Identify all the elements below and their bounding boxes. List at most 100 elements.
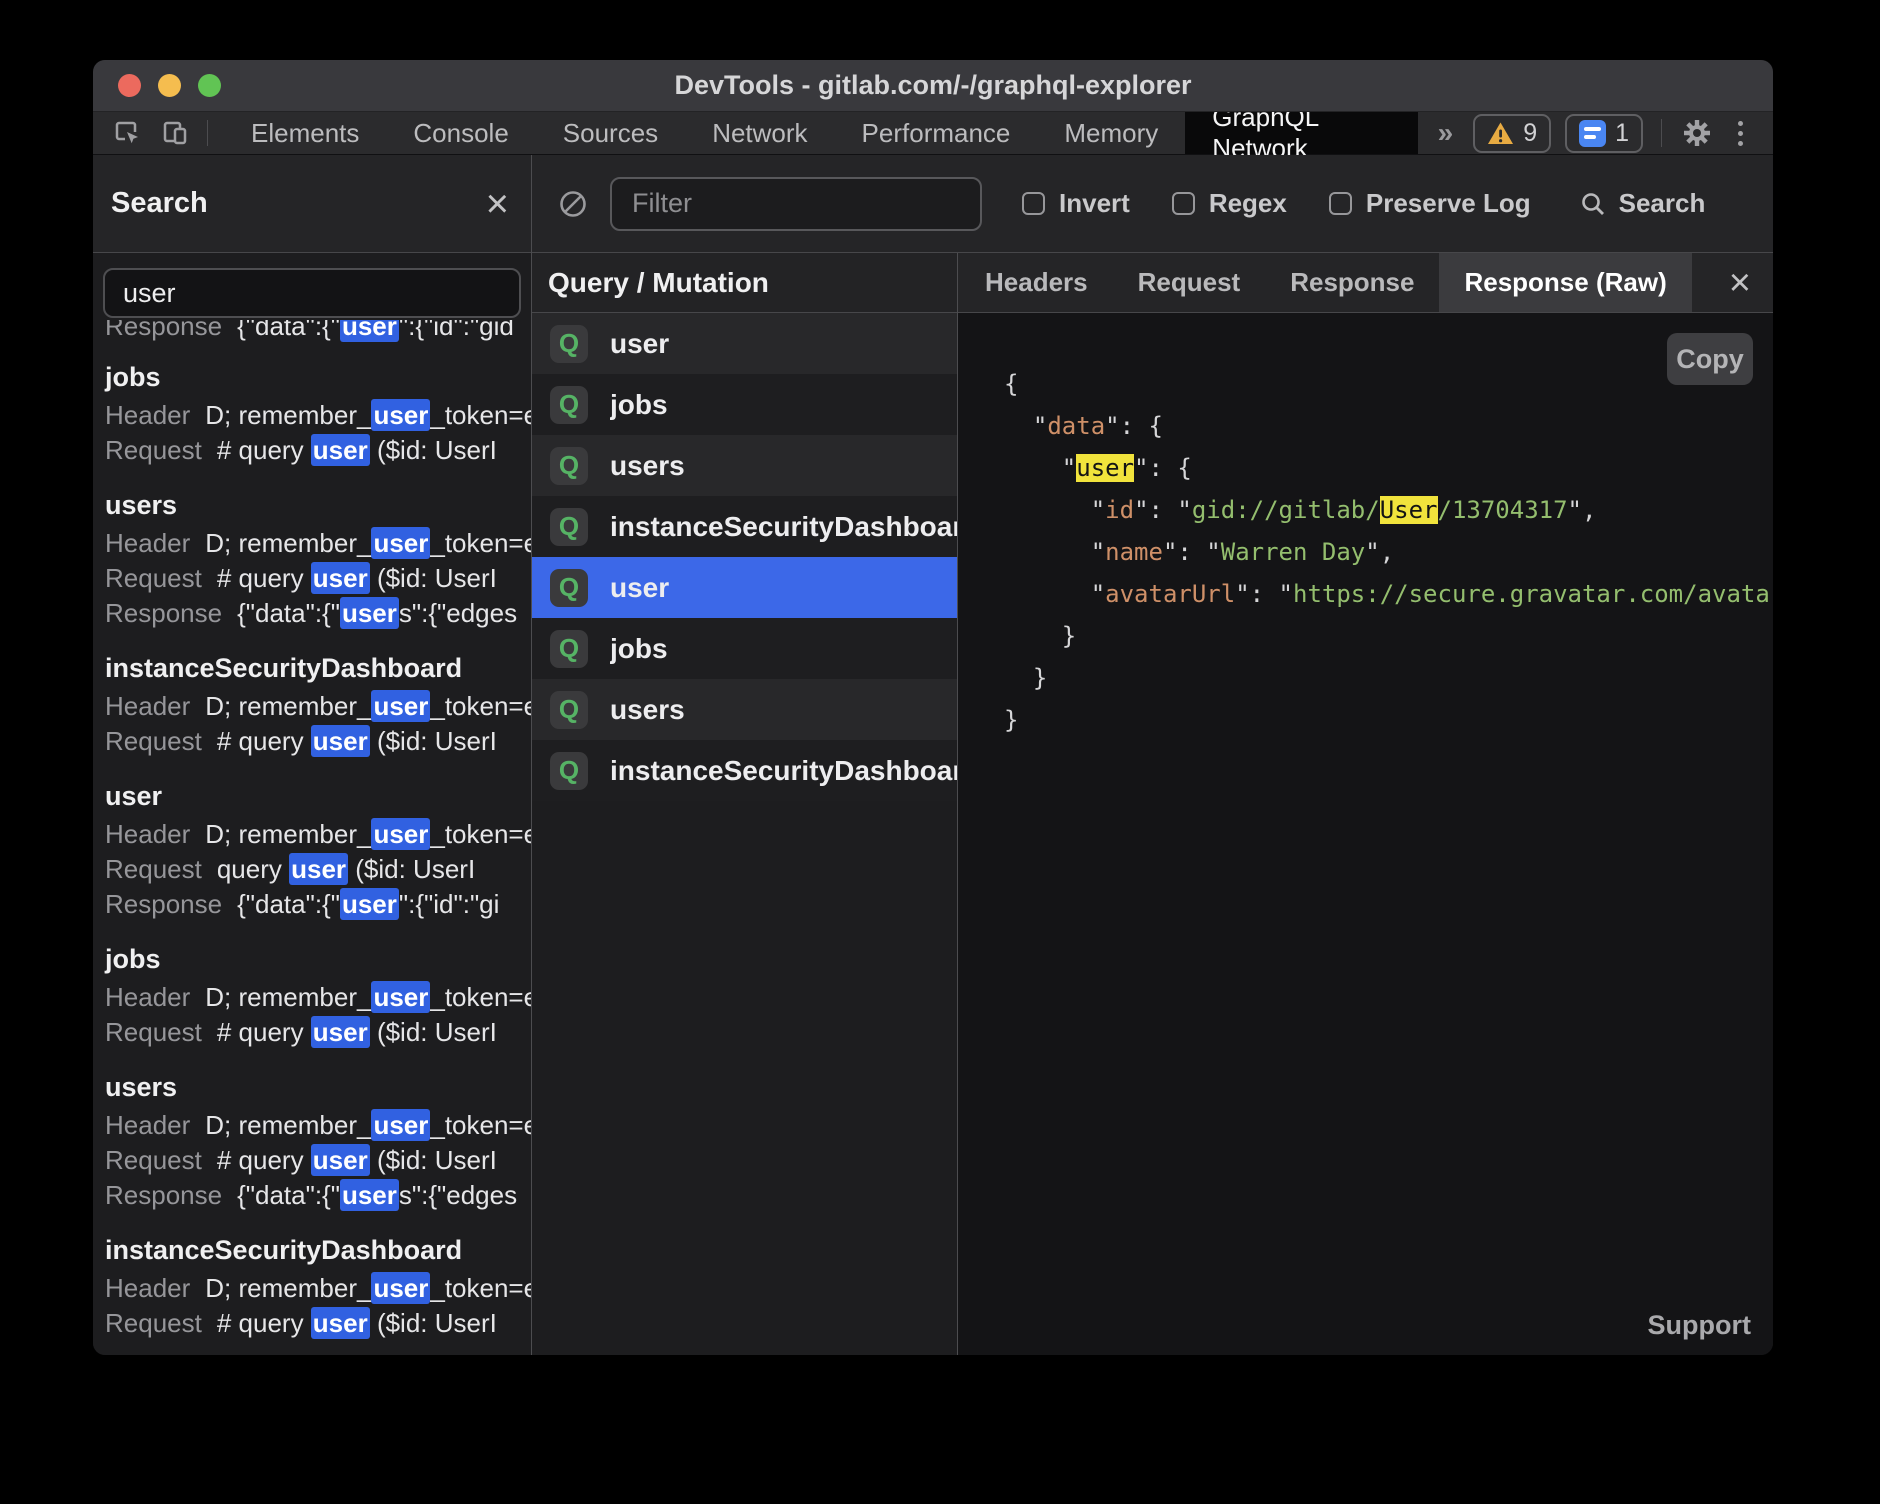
search-result-row[interactable]: Request# query user ($id: UserI	[105, 561, 531, 596]
query-item-jobs[interactable]: Qjobs	[532, 618, 957, 679]
json-line: {	[1004, 363, 1773, 405]
query-item-instancesecuritydashboard[interactable]: QinstanceSecurityDashboard	[532, 496, 957, 557]
search-panel-header: Search ×	[93, 155, 531, 253]
search-result-row[interactable]: Request# query user ($id: UserI	[105, 1143, 531, 1178]
json-token: "	[1004, 412, 1047, 440]
close-search-panel-icon[interactable]: ×	[486, 184, 509, 224]
issues-badge[interactable]: 1	[1565, 114, 1643, 153]
json-token: "	[1004, 580, 1105, 608]
query-item-jobs[interactable]: Qjobs	[532, 374, 957, 435]
search-input[interactable]	[103, 268, 521, 318]
json-token: "	[1004, 496, 1105, 524]
toolbar-tab-performance[interactable]: Performance	[835, 112, 1038, 154]
search-result-row[interactable]: Response{"data":{"user":{"id":"gi	[105, 887, 531, 922]
toggle-device-toolbar-icon[interactable]	[159, 117, 191, 149]
search-result-row[interactable]: HeaderD; remember_user_token=e	[105, 1108, 531, 1143]
search-result-row[interactable]: Requestquery user ($id: UserI	[105, 852, 531, 887]
json-line: "name": "Warren Day",	[1004, 531, 1773, 573]
more-options-icon[interactable]	[1728, 121, 1753, 146]
search-result-row[interactable]: HeaderD; remember_user_token=e	[105, 526, 531, 561]
copy-button[interactable]: Copy	[1667, 333, 1753, 385]
filter-search-button[interactable]: Search	[1579, 188, 1706, 219]
filter-checkbox-regex[interactable]: Regex	[1172, 188, 1287, 219]
toolbar-tab-memory[interactable]: Memory	[1037, 112, 1185, 154]
search-result-row[interactable]: Response{"data":{"users":{"edges	[105, 596, 531, 631]
query-item-label: instanceSecurityDashboard	[610, 511, 957, 543]
response-raw-viewer: Copy { "data": { "user": { "id": "gid://…	[958, 313, 1773, 1355]
checkbox-box-regex[interactable]	[1172, 192, 1195, 215]
json-token: ": {	[1134, 454, 1192, 482]
detail-tab-headers[interactable]: Headers	[960, 253, 1113, 312]
settings-gear-icon[interactable]	[1680, 116, 1714, 150]
toolbar-tab-elements[interactable]: Elements	[224, 112, 386, 154]
json-token: }	[1004, 706, 1018, 734]
toolbar-tab-sources[interactable]: Sources	[536, 112, 685, 154]
search-result-operation-name[interactable]: instanceSecurityDashboard	[105, 652, 531, 689]
search-result-operation-name[interactable]: instanceSecurityDashboard	[105, 1234, 531, 1271]
query-item-users[interactable]: Qusers	[532, 435, 957, 496]
devtools-window: DevTools - gitlab.com/-/graphql-explorer…	[93, 60, 1773, 1355]
search-result-row[interactable]: Request# query user ($id: UserI	[105, 433, 531, 468]
json-token: ": "	[1235, 580, 1293, 608]
close-detail-panel-icon[interactable]: ×	[1729, 253, 1773, 312]
search-result-operation-name[interactable]: users	[105, 1071, 531, 1108]
search-result-section: instanceSecurityDashboardHeaderD; rememb…	[105, 1234, 531, 1341]
filter-checkbox-invert[interactable]: Invert	[1022, 188, 1130, 219]
search-result-row[interactable]: HeaderD; remember_user_token=e	[105, 817, 531, 852]
json-token: name	[1105, 538, 1163, 566]
query-type-icon: Q	[550, 630, 588, 668]
more-tabs-button[interactable]: »	[1418, 112, 1474, 154]
search-result-text: # query	[217, 1017, 311, 1047]
query-item-label: user	[610, 572, 669, 604]
json-token: ",	[1568, 496, 1597, 524]
search-result-row[interactable]: Response{"data":{"user":{"id":"gid	[105, 320, 531, 344]
search-result-row[interactable]: HeaderD; remember_user_token=e	[105, 398, 531, 433]
inspect-element-icon[interactable]	[111, 117, 143, 149]
toolbar-tab-console[interactable]: Console	[386, 112, 535, 154]
checkbox-box-invert[interactable]	[1022, 192, 1045, 215]
search-result-operation-name[interactable]: user	[105, 780, 531, 817]
search-match-highlight: user	[311, 1144, 370, 1176]
query-item-user[interactable]: Quser	[532, 557, 957, 618]
toolbar-tab-graphql-network[interactable]: GraphQL Network	[1185, 112, 1417, 154]
search-result-row[interactable]: Request# query user ($id: UserI	[105, 1015, 531, 1050]
query-item-users[interactable]: Qusers	[532, 679, 957, 740]
support-link[interactable]: Support	[1648, 1310, 1751, 1341]
search-result-text: _token=e	[430, 528, 531, 558]
search-result-row[interactable]: HeaderD; remember_user_token=e	[105, 689, 531, 724]
detail-tab-request[interactable]: Request	[1113, 253, 1266, 312]
search-result-row[interactable]: HeaderD; remember_user_token=e	[105, 980, 531, 1015]
search-result-row[interactable]: Response{"data":{"users":{"edges	[105, 1178, 531, 1213]
detail-tab-response[interactable]: Response	[1265, 253, 1439, 312]
search-result-row-label: Response	[105, 1180, 222, 1210]
search-result-operation-name[interactable]: jobs	[105, 943, 531, 980]
checkbox-box-preserve-log[interactable]	[1329, 192, 1352, 215]
search-result-row[interactable]: Request# query user ($id: UserI	[105, 1306, 531, 1341]
query-type-icon: Q	[550, 508, 588, 546]
query-type-icon: Q	[550, 752, 588, 790]
search-match-highlight: user	[340, 320, 399, 342]
search-result-row[interactable]: Request# query user ($id: UserI	[105, 724, 531, 759]
warnings-badge[interactable]: 9	[1473, 114, 1551, 153]
json-token: gid://gitlab/	[1192, 496, 1380, 524]
detail-tab-response-raw[interactable]: Response (Raw)	[1439, 253, 1691, 312]
search-result-row-label: Request	[105, 435, 202, 465]
filter-checkbox-preserve-log[interactable]: Preserve Log	[1329, 188, 1531, 219]
query-item-instancesecuritydashboard[interactable]: QinstanceSecurityDashboard	[532, 740, 957, 801]
query-item-user[interactable]: Quser	[532, 313, 957, 374]
clear-icon[interactable]	[558, 189, 588, 219]
checkbox-label-invert: Invert	[1059, 188, 1130, 219]
json-token: /13704317	[1438, 496, 1568, 524]
search-result-text: {"data":{"	[237, 1180, 340, 1210]
search-result-section: jobsHeaderD; remember_user_token=eReques…	[105, 361, 531, 468]
filter-input[interactable]	[610, 177, 982, 231]
toolbar-tab-network[interactable]: Network	[685, 112, 834, 154]
query-type-icon: Q	[550, 386, 588, 424]
search-result-text: D; remember_	[205, 819, 371, 849]
filter-toolbar: Invert Regex Preserve Log Search	[532, 155, 1773, 253]
search-result-row[interactable]: HeaderD; remember_user_token=e	[105, 1271, 531, 1306]
search-result-row-label: Request	[105, 726, 202, 756]
search-result-operation-name[interactable]: jobs	[105, 361, 531, 398]
search-result-operation-name[interactable]: users	[105, 489, 531, 526]
search-result-row-label: Request	[105, 1017, 202, 1047]
